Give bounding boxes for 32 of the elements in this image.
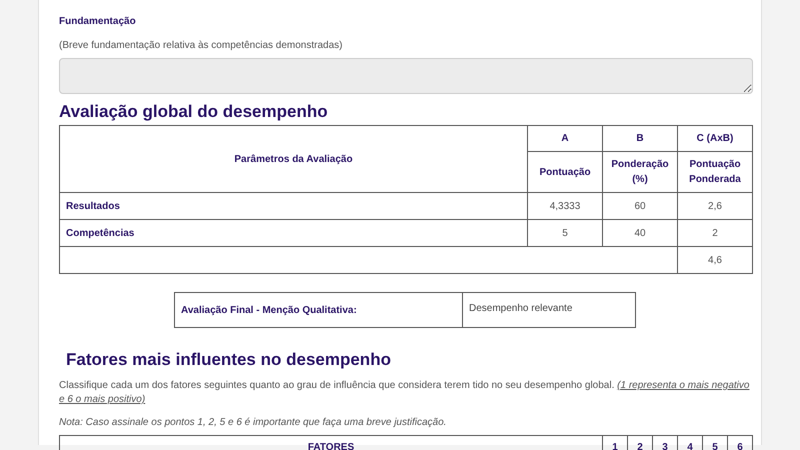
table-cell: 2 — [678, 220, 752, 246]
section-title: Fatores mais influentes no desempenho — [66, 349, 392, 371]
table-cell: 5 — [528, 220, 602, 246]
scale-header: 2 — [628, 436, 652, 450]
table-cell: 60 — [602, 192, 678, 220]
justification-field[interactable] — [59, 58, 753, 94]
row-label: Competências — [60, 220, 528, 246]
table-cell: 2,6 — [678, 192, 752, 220]
row-label: Resultados — [60, 192, 528, 220]
column-letter: B — [602, 126, 678, 152]
column-header: Ponderação (%) — [602, 152, 678, 192]
field-hint: (Breve fundamentação relativa às competências demonstradas) — [59, 39, 344, 53]
note-text: Nota: Caso assinale os pontos 1, 2, 5 e 6 é importante que faça uma breve justificação. — [59, 416, 448, 430]
total-cell: 4,6 — [678, 246, 752, 274]
instruction-text: Classifique cada um dos fatores seguintes quanto ao grau de influência que considera terem tido no seu desempenho global. (1 representa o mais negativo e 6 o mais positivo) — [59, 379, 750, 407]
table-cell: 4,3333 — [528, 192, 602, 220]
column-letter: C (AxB) — [678, 126, 752, 152]
table-header: FATORES — [60, 436, 602, 450]
column-header: Pontuação Ponderada — [678, 152, 752, 192]
table-cell: 40 — [602, 220, 678, 246]
column-header: Pontuação — [528, 152, 602, 192]
scale-header: 5 — [702, 436, 728, 450]
field-label: Fundamentação — [59, 15, 137, 29]
scale-header: 4 — [678, 436, 702, 450]
final-label: Avaliação Final - Menção Qualitativa: — [174, 292, 462, 328]
table-header: Parâmetros da Avaliação — [60, 126, 528, 192]
section-title: Avaliação global do desempenho — [59, 101, 329, 123]
scale-header: 3 — [652, 436, 678, 450]
scale-header: 1 — [602, 436, 628, 450]
scale-header: 6 — [728, 436, 752, 450]
final-value: Desempenho relevante — [462, 292, 636, 328]
column-letter: A — [528, 126, 602, 152]
